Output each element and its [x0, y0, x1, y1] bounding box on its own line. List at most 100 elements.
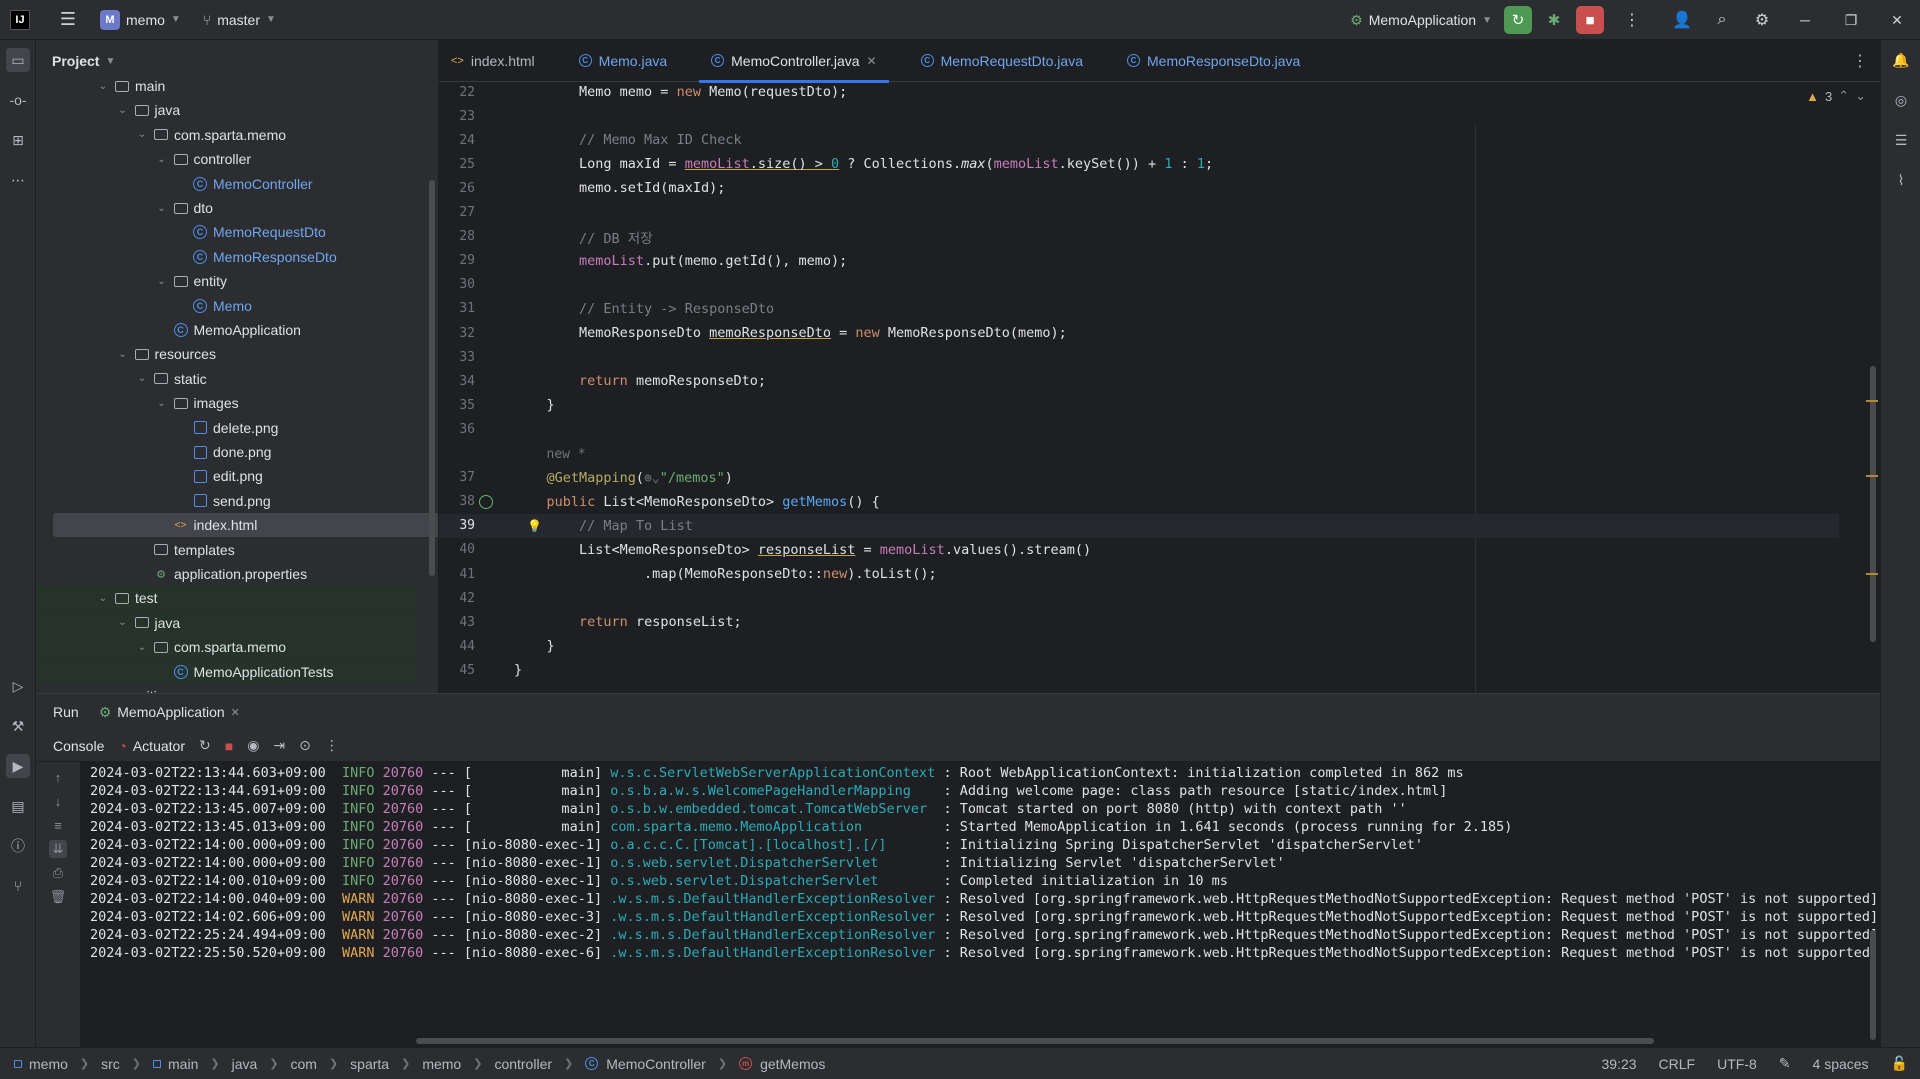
code-line[interactable]: 29 memoList.put(memo.getId(), memo); [439, 249, 1839, 273]
chevron-down-icon[interactable]: ⌄ [116, 617, 130, 628]
tab-actuator[interactable]: ◔ Actuator [118, 738, 185, 754]
database-icon[interactable]: ☰ [1889, 128, 1913, 152]
tab-memoresponsedto-java[interactable]: C MemoResponseDto.java [1115, 40, 1312, 82]
tree-item[interactable]: ⌄ dto [36, 196, 416, 220]
breadcrumb-item[interactable]: controller [494, 1056, 552, 1072]
code-line[interactable]: 35 } [439, 393, 1839, 417]
indent-setting[interactable]: 4 spaces [1813, 1056, 1869, 1072]
tree-item[interactable]: ⌄ java [36, 98, 416, 122]
editor-scrollbar[interactable] [1870, 366, 1876, 642]
chevron-down-icon[interactable]: ⌄ [116, 349, 130, 360]
debug-button[interactable]: ✱ [1540, 6, 1568, 34]
code-line[interactable]: 44 } [439, 634, 1839, 658]
code-line[interactable]: 33 [439, 345, 1839, 369]
tree-item[interactable]: ⌄ main [36, 74, 416, 98]
warning-stripe-mark[interactable] [1866, 400, 1878, 402]
tree-item[interactable]: templates [36, 538, 416, 562]
code-line[interactable]: 41 .map(MemoResponseDto::new).toList(); [439, 562, 1839, 586]
chevron-down-icon[interactable]: ⌄ [96, 81, 110, 92]
gradle-icon[interactable]: ⌇ [1889, 168, 1913, 192]
line-number[interactable]: 27 [439, 205, 475, 220]
tree-item[interactable]: C Memo [36, 294, 416, 318]
line-number[interactable]: 39 [439, 518, 475, 533]
code-line[interactable]: 24 // Memo Max ID Check [439, 128, 1839, 152]
breadcrumb-item[interactable]: main [168, 1056, 198, 1072]
tree-item[interactable]: ⌄ java [36, 610, 416, 635]
chevron-down-icon[interactable]: ⌄ [155, 154, 169, 165]
tree-item[interactable]: send.png [36, 489, 416, 513]
scroll-to-end-icon[interactable]: ⇊ [49, 840, 67, 858]
code-line[interactable]: 31 // Entity -> ResponseDto [439, 297, 1839, 321]
stop-icon[interactable]: ■ [225, 738, 233, 754]
print-icon[interactable]: ⎙ [49, 864, 67, 882]
line-number[interactable]: 29 [439, 253, 475, 268]
tree-item[interactable]: C MemoResponseDto [36, 245, 416, 269]
chevron-down-icon[interactable]: ⌄ [155, 398, 169, 409]
tree-item[interactable]: C MemoApplicationTests [36, 659, 416, 684]
tree-item[interactable]: C MemoRequestDto [36, 220, 416, 244]
breadcrumb-item[interactable]: MemoController [606, 1056, 706, 1072]
warning-stripe-mark[interactable] [1866, 475, 1878, 477]
scroll-down-icon[interactable]: ↓ [49, 792, 67, 810]
chevron-down-icon[interactable]: ⌄ [135, 642, 149, 653]
settings-gear-icon[interactable]: ⚙ [1746, 4, 1778, 36]
code-with-me-icon[interactable]: 👤 [1666, 4, 1698, 36]
tab-memocontroller-java[interactable]: C MemoController.java ✕ [699, 40, 890, 83]
line-number[interactable]: 26 [439, 181, 475, 196]
more-tools-icon[interactable]: ⋯ [6, 168, 30, 192]
more-icon[interactable]: ⋮ [325, 737, 339, 754]
close-tab-icon[interactable]: ✕ [867, 54, 877, 68]
line-number[interactable]: 34 [439, 374, 475, 389]
rerun-button[interactable]: ↻ [1504, 6, 1532, 34]
console-vscrollbar[interactable] [1870, 930, 1876, 1040]
soft-wrap-icon[interactable]: ≡ [49, 816, 67, 834]
tree-item[interactable]: done.png [36, 440, 416, 464]
line-number[interactable]: 35 [439, 398, 475, 413]
code-line[interactable]: new * [439, 442, 1839, 466]
git-tool-icon[interactable]: ⑂ [6, 874, 30, 898]
caret-position[interactable]: 39:23 [1602, 1056, 1637, 1072]
tree-item[interactable]: ◌.gitignore [36, 684, 416, 693]
tree-item[interactable]: C MemoController [36, 172, 416, 196]
tab-memo-java[interactable]: C Memo.java [567, 40, 679, 82]
code-line[interactable]: 37 @GetMapping(⊕⌄"/memos") [439, 466, 1839, 490]
project-switcher[interactable]: M memo ▼ [100, 9, 181, 30]
lock-icon[interactable]: 🔓 [1891, 1055, 1908, 1072]
line-number[interactable]: 23 [439, 109, 475, 124]
line-number[interactable]: 38 [439, 494, 475, 509]
line-number[interactable]: 44 [439, 639, 475, 654]
chevron-down-icon[interactable]: ⌄ [135, 373, 149, 384]
code-line[interactable]: 23 [439, 104, 1839, 128]
run-tab-memoapplication[interactable]: ⚙ MemoApplication ✕ [99, 704, 240, 721]
tree-item[interactable]: edit.png [36, 464, 416, 488]
project-tool-icon[interactable]: ▭ [6, 48, 30, 72]
code-line[interactable]: 34 return memoResponseDto; [439, 369, 1839, 393]
notifications-bell-icon[interactable]: 🔔 [1889, 48, 1913, 72]
tab-memorequestdto-java[interactable]: C MemoRequestDto.java [909, 40, 1095, 82]
tree-item[interactable]: ⌄ test [36, 586, 416, 611]
line-number[interactable]: 37 [439, 470, 475, 485]
line-number[interactable]: 28 [439, 229, 475, 244]
code-line[interactable]: 28 // DB 저장 [439, 225, 1839, 249]
console-hscrollbar[interactable] [416, 1038, 1654, 1044]
close-window-button[interactable]: ✕ [1874, 0, 1920, 40]
breadcrumb-item[interactable]: com [291, 1056, 317, 1072]
line-number[interactable]: 30 [439, 277, 475, 292]
breadcrumb-item[interactable]: src [101, 1056, 120, 1072]
line-number[interactable]: 22 [439, 85, 475, 100]
build-tool-icon[interactable]: ⚒ [6, 714, 30, 738]
run-tool-icon[interactable]: ▶ [6, 754, 30, 778]
line-number[interactable]: 42 [439, 591, 475, 606]
code-line[interactable]: 38 public List<MemoResponseDto> getMemos… [439, 490, 1839, 514]
breadcrumb-item[interactable]: memo [29, 1056, 68, 1072]
code-line[interactable]: 25 Long maxId = memoList.size() > 0 ? Co… [439, 152, 1839, 176]
line-number[interactable]: 31 [439, 301, 475, 316]
export-icon[interactable]: ⇥ [273, 737, 285, 754]
tree-item[interactable]: ⚙ application.properties [36, 562, 416, 586]
scroll-up-icon[interactable]: ↑ [49, 768, 67, 786]
line-number[interactable]: 24 [439, 133, 475, 148]
commit-tool-icon[interactable]: -o- [6, 88, 30, 112]
tab-console[interactable]: Console [53, 738, 104, 754]
chevron-down-icon[interactable]: ⌄ [155, 276, 169, 287]
line-number[interactable]: 33 [439, 350, 475, 365]
